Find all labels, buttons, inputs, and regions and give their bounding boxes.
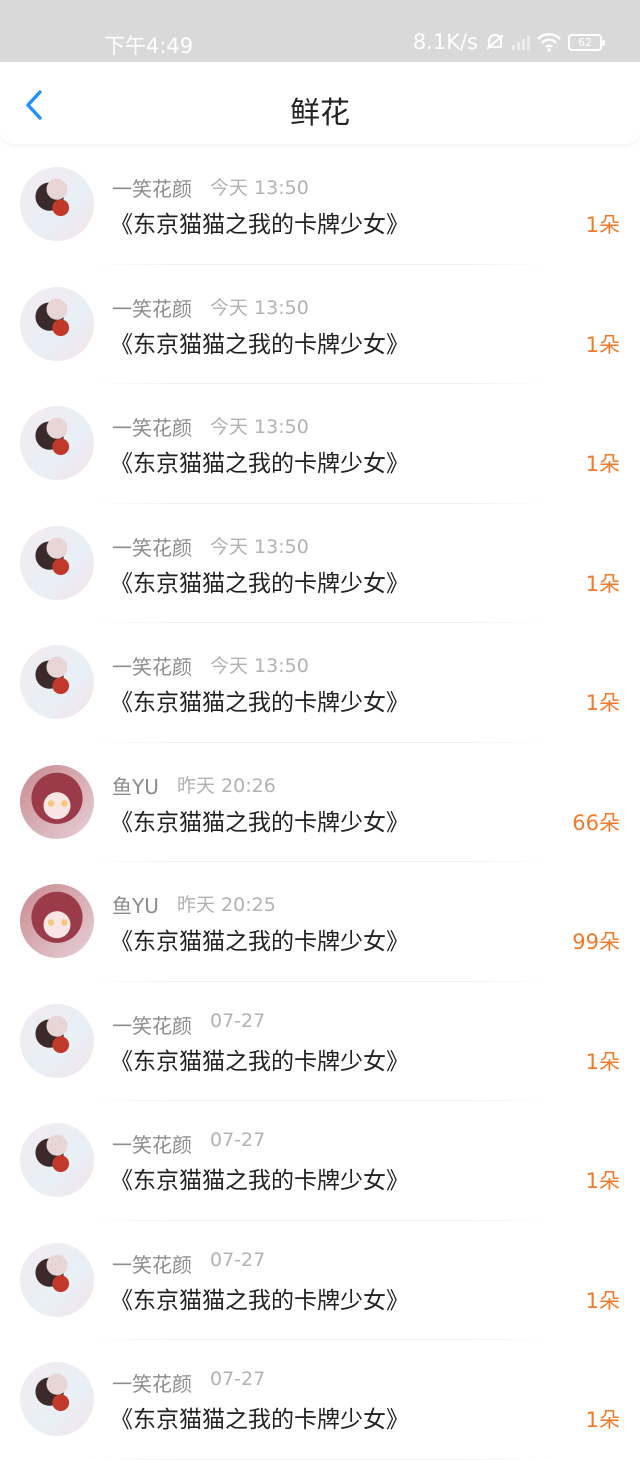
user-name[interactable]: 鱼YU [112,771,159,800]
user-name[interactable]: 一笑花颜 [112,651,192,680]
flower-count: 1朵 [585,332,620,357]
page-title: 鲜花 [290,96,350,131]
work-title: 《东京猫猫之我的卡牌少女》 [110,809,409,836]
network-speed: 8.1K/s [412,30,478,54]
list-item[interactable]: 一笑花颜 今天 13:50 《东京猫猫之我的卡牌少女》 1朵 [0,623,640,743]
list-item[interactable]: 一笑花颜 今天 13:50 《东京猫猫之我的卡牌少女》 1朵 [0,384,640,504]
flower-count: 1朵 [585,213,620,237]
flower-count: 99朵 [572,930,620,954]
work-title: 《东京猫猫之我的卡牌少女》 [110,1287,409,1314]
status-time: 下午4:49 [104,34,194,58]
work-title: 《东京猫猫之我的卡牌少女》 [110,331,409,358]
status-icons: 8.1K/s 62 [412,30,605,54]
list-item[interactable]: 鱼YU 昨天 20:26 《东京猫猫之我的卡牌少女》 66朵 [0,743,640,862]
work-title: 《东京猫猫之我的卡牌少女》 [110,690,409,716]
work-title: 《东京猫猫之我的卡牌少女》 [110,1168,409,1194]
divider [90,1458,550,1460]
work-title: 《东京猫猫之我的卡牌少女》 [110,212,409,238]
flower-count: 1朵 [585,691,620,715]
user-name[interactable]: 一笑花颜 [112,1368,192,1397]
list-item[interactable]: 一笑花颜 07-27 《东京猫猫之我的卡牌少女》 1朵 [0,982,640,1101]
user-name[interactable]: 一笑花颜 [112,532,192,561]
work-title: 《东京猫猫之我的卡牌少女》 [110,929,409,955]
avatar[interactable] [20,406,94,480]
work-title: 《东京猫猫之我的卡牌少女》 [110,570,409,597]
flower-count: 1朵 [585,1288,620,1313]
timestamp: 今天 13:50 [210,296,309,319]
avatar[interactable] [20,1003,94,1078]
avatar[interactable] [20,1123,94,1197]
flower-count: 1朵 [585,452,620,476]
avatar[interactable] [20,764,94,839]
user-name[interactable]: 一笑花颜 [112,1249,192,1278]
timestamp: 07-27 [210,1248,266,1271]
flower-count: 66朵 [572,810,620,835]
avatar[interactable] [20,1362,94,1436]
battery-level: 62 [578,35,592,49]
flower-count: 1朵 [585,1408,620,1432]
flower-count: 1朵 [585,1169,620,1193]
work-title: 《东京猫猫之我的卡牌少女》 [110,451,409,477]
wifi-icon [537,33,561,52]
user-name[interactable]: 一笑花颜 [112,293,192,322]
nav-bar: 鲜花 [0,62,640,144]
list-item[interactable]: 一笑花颜 07-27 《东京猫猫之我的卡牌少女》 1朵 [0,1221,640,1340]
work-title: 《东京猫猫之我的卡牌少女》 [110,1048,409,1075]
avatar[interactable] [20,645,94,719]
list-item[interactable]: 一笑花颜 07-27 《东京猫猫之我的卡牌少女》 1朵 [0,1340,640,1460]
timestamp: 今天 13:50 [210,655,309,677]
timestamp: 今天 13:50 [210,416,309,438]
flower-list: 一笑花颜 今天 13:50 《东京猫猫之我的卡牌少女》 1朵 一笑花颜 今天 13:50 《… [0,145,640,1460]
timestamp: 昨天 20:26 [177,774,276,797]
user-name[interactable]: 一笑花颜 [112,412,192,441]
timestamp: 07-27 [210,1129,266,1151]
signal-icon [512,34,530,50]
avatar[interactable] [20,884,94,958]
bell-muted-icon [486,34,504,50]
status-bar: 下午4:49 8.1K/s 62 [0,0,640,62]
timestamp: 今天 13:50 [210,177,309,199]
timestamp: 07-27 [210,1009,266,1032]
avatar[interactable] [20,525,94,600]
list-item[interactable]: 一笑花颜 今天 13:50 《东京猫猫之我的卡牌少女》 1朵 [0,504,640,623]
avatar[interactable] [20,167,94,241]
user-name[interactable]: 一笑花颜 [112,1010,192,1039]
avatar[interactable] [20,286,94,361]
user-name[interactable]: 一笑花颜 [112,173,192,202]
timestamp: 昨天 20:25 [177,894,276,916]
list-item[interactable]: 一笑花颜 07-27 《东京猫猫之我的卡牌少女》 1朵 [0,1101,640,1221]
user-name[interactable]: 一笑花颜 [112,1129,192,1158]
work-title: 《东京猫猫之我的卡牌少女》 [110,1407,409,1433]
list-item[interactable]: 一笑花颜 今天 13:50 《东京猫猫之我的卡牌少女》 1朵 [0,145,640,265]
timestamp: 07-27 [210,1368,266,1390]
flower-count: 1朵 [585,1049,620,1074]
battery-icon: 62 [568,33,605,51]
timestamp: 今天 13:50 [210,535,309,558]
user-name[interactable]: 鱼YU [112,890,159,919]
flower-count: 1朵 [585,571,620,596]
list-item[interactable]: 鱼YU 昨天 20:25 《东京猫猫之我的卡牌少女》 99朵 [0,862,640,982]
avatar[interactable] [20,1242,94,1317]
list-item[interactable]: 一笑花颜 今天 13:50 《东京猫猫之我的卡牌少女》 1朵 [0,265,640,384]
